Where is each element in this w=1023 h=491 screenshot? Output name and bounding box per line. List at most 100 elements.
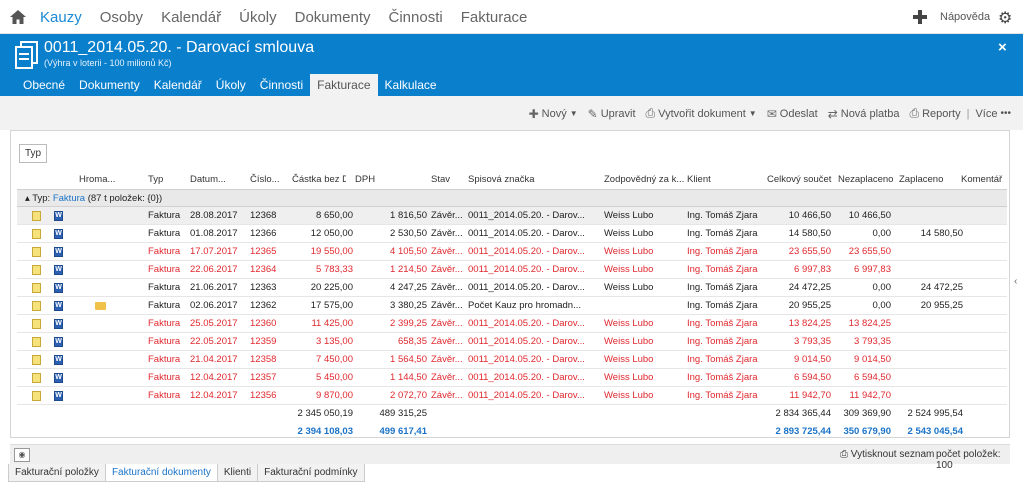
table-row[interactable]: W Faktura 25.05.2017 12360 11 425,00 2 399,25… [17, 315, 1007, 333]
column-header[interactable]: DPH [355, 171, 425, 189]
column-header[interactable]: Komentář [961, 171, 1006, 189]
word-document-icon[interactable]: W [54, 373, 63, 383]
print-list-button[interactable]: ⎙ Vytisknout seznam [840, 449, 934, 460]
word-document-icon[interactable]: W [54, 355, 63, 365]
table-row[interactable]: W Faktura 12.04.2017 12357 5 450,00 1 144,50 Z… [17, 369, 1007, 387]
table-row[interactable]: W Faktura 22.05.2017 12359 3 135,00 658,35 Záv… [17, 333, 1007, 351]
table-row[interactable]: W Faktura 28.08.2017 12368 8 650,00 1 816,50 Z… [17, 207, 1007, 225]
word-document-icon[interactable]: W [54, 229, 63, 239]
table-row[interactable]: W Faktura 21.04.2017 12358 7 450,00 1 564,50 Z… [17, 351, 1007, 369]
cell-cislo: 12366 [250, 228, 277, 239]
word-document-icon[interactable]: W [54, 301, 63, 311]
word-document-icon[interactable]: W [54, 337, 63, 347]
cell-nezapl: 23 655,50 [848, 246, 891, 257]
bottom-tab-2[interactable]: Klienti [216, 464, 259, 482]
group-row[interactable]: ▴ Typ: Faktura (87 t položek: {0}) [17, 189, 1007, 207]
new-button[interactable]: ✚ Nový ▼ [529, 107, 578, 121]
plus-icon[interactable] [912, 9, 928, 25]
nav-item-3[interactable]: Úkoly [239, 9, 277, 26]
column-header[interactable]: Celkový součet [767, 171, 837, 189]
table-row[interactable]: W Faktura 17.07.2017 12365 19 550,00 4 105,50… [17, 243, 1007, 261]
note-icon[interactable] [32, 337, 41, 347]
cell-stav: Závěr... [431, 264, 463, 275]
collapse-chevron-icon[interactable]: ‹ [1014, 276, 1017, 287]
note-icon[interactable] [32, 211, 41, 221]
nav-item-0[interactable]: Kauzy [40, 9, 82, 26]
note-icon[interactable] [32, 355, 41, 365]
column-header[interactable]: Částka bez DPH [292, 171, 346, 189]
folder-icon[interactable] [95, 302, 106, 310]
column-header[interactable]: Číslo... [250, 171, 290, 189]
table-row[interactable]: W Faktura 21.06.2017 12363 20 225,00 4 247,25… [17, 279, 1007, 297]
cell-nezapl: 0,00 [872, 282, 892, 293]
bottom-tab-0[interactable]: Fakturační položky [8, 464, 106, 482]
column-header[interactable]: Typ [148, 171, 188, 189]
column-header[interactable]: Zaplaceno [899, 171, 959, 189]
edit-icon: ✎ [587, 106, 598, 121]
nav-item-4[interactable]: Dokumenty [295, 9, 371, 26]
cell-cislo: 12363 [250, 282, 277, 293]
group-by-type-chip[interactable]: Typ [19, 144, 48, 163]
note-icon[interactable] [32, 391, 41, 401]
cell-spis: 0011_2014.05.20. - Darov... [468, 372, 585, 383]
word-document-icon[interactable]: W [54, 391, 63, 401]
note-icon[interactable] [32, 373, 41, 383]
column-header[interactable]: Hroma... [79, 171, 139, 189]
note-icon[interactable] [32, 229, 41, 239]
case-tab-1[interactable]: Dokumenty [72, 74, 147, 96]
note-icon[interactable] [32, 319, 41, 329]
cell-typ: Faktura [148, 264, 181, 275]
column-header[interactable]: Nezaplaceno [838, 171, 896, 189]
help-link[interactable]: Nápověda [940, 11, 990, 23]
close-icon[interactable]: × [998, 39, 1007, 56]
edit-button[interactable]: ✎ Upravit [588, 107, 636, 121]
column-header[interactable]: Zodpovědný za k... [604, 171, 684, 189]
gear-icon[interactable]: ⚙ [998, 8, 1012, 28]
note-icon[interactable] [32, 283, 41, 293]
word-document-icon[interactable]: W [54, 211, 63, 221]
nav-item-5[interactable]: Činnosti [389, 9, 443, 26]
nav-item-2[interactable]: Kalendář [161, 9, 221, 26]
case-tab-6[interactable]: Kalkulace [378, 74, 444, 96]
table-row[interactable]: W Faktura 02.06.2017 12362 17 575,00 3 380,25… [17, 297, 1007, 315]
case-tab-3[interactable]: Úkoly [209, 74, 253, 96]
send-button[interactable]: ✉ Odeslat [767, 107, 818, 121]
group-name[interactable]: Faktura [53, 193, 85, 204]
bottom-tab-3[interactable]: Fakturační podmínky [257, 464, 365, 482]
nav-item-6[interactable]: Fakturace [461, 9, 528, 26]
word-document-icon[interactable]: W [54, 319, 63, 329]
column-header[interactable]: Klient [687, 171, 767, 189]
column-header[interactable]: Datum... [190, 171, 248, 189]
invoice-grid: Hroma... TypDatum...Číslo...Částka bez DP… [17, 171, 1007, 441]
word-document-icon[interactable]: W [54, 283, 63, 293]
create-document-button[interactable]: ⎙ Vytvořit dokument ▼ [646, 106, 757, 121]
note-icon[interactable] [32, 265, 41, 275]
word-document-icon[interactable]: W [54, 265, 63, 275]
cell-celkem: 6 594,50 [794, 372, 831, 383]
cell-spis: 0011_2014.05.20. - Darov... [468, 354, 585, 365]
note-icon[interactable] [32, 301, 41, 311]
column-header[interactable]: Spisová značka [468, 171, 598, 189]
case-tab-2[interactable]: Kalendář [147, 74, 209, 96]
cell-zapl [901, 333, 963, 351]
column-header[interactable]: Stav [431, 171, 465, 189]
cell-stav: Závěr... [431, 210, 463, 221]
table-row[interactable]: W Faktura 12.04.2017 12356 9 870,00 2 072,70 Z… [17, 387, 1007, 405]
case-tab-4[interactable]: Činnosti [253, 74, 310, 96]
table-row[interactable]: W Faktura 22.06.2017 12364 5 783,33 1 214,50 Z… [17, 261, 1007, 279]
home-icon[interactable] [8, 7, 28, 27]
new-payment-button[interactable]: ⇄ Nová platba [828, 107, 900, 121]
toolbar: ✚ Nový ▼ ✎ Upravit ⎙ Vytvořit dokument ▼ ✉ Ode… [0, 96, 1023, 130]
reports-button[interactable]: ⎙ Reporty [909, 106, 960, 121]
word-document-icon[interactable]: W [54, 247, 63, 257]
more-button[interactable]: Více ••• [975, 108, 1011, 120]
nav-item-1[interactable]: Osoby [100, 9, 143, 26]
cell-datum: 21.04.2017 [190, 354, 238, 365]
case-tab-5[interactable]: Fakturace [310, 74, 378, 96]
camera-icon[interactable]: ◉ [14, 448, 30, 462]
case-tab-0[interactable]: Obecné [16, 74, 72, 96]
bottom-tab-1[interactable]: Fakturační dokumenty [104, 464, 218, 482]
chevron-down-icon: ▼ [748, 109, 757, 118]
note-icon[interactable] [32, 247, 41, 257]
table-row[interactable]: W Faktura 01.08.2017 12366 12 050,00 2 530,50… [17, 225, 1007, 243]
